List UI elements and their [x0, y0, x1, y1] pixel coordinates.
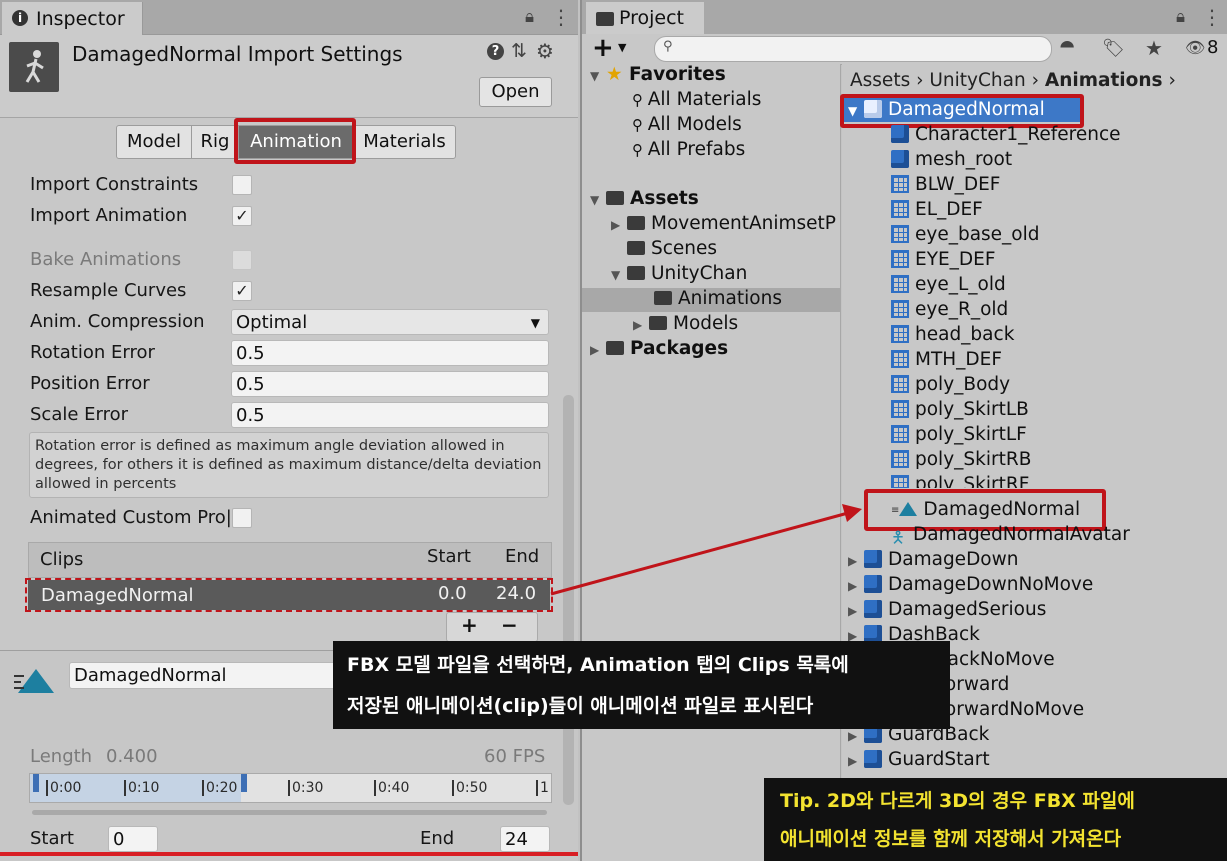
annotation-arrow	[550, 504, 862, 596]
caption-line: 저장된 애니메이션(clip)들이 애니메이션 파일로 표시된다	[347, 695, 814, 717]
tip-line: 애니메이션 정보를 함께 저장해서 가져온다	[780, 828, 1122, 850]
subtitle-caption: FBX 모델 파일을 선택하면, Animation 탭의 Clips 목록에 …	[333, 641, 950, 729]
caption-line: FBX 모델 파일을 선택하면, Animation 탭의 Clips 목록에	[347, 654, 849, 676]
arrow-head-icon	[842, 504, 862, 522]
tip-line: Tip. 2D와 다르게 3D의 경우 FBX 파일에	[780, 790, 1135, 812]
tip-caption: Tip. 2D와 다르게 3D의 경우 FBX 파일에 애니메이션 정보를 함께…	[764, 778, 1227, 861]
